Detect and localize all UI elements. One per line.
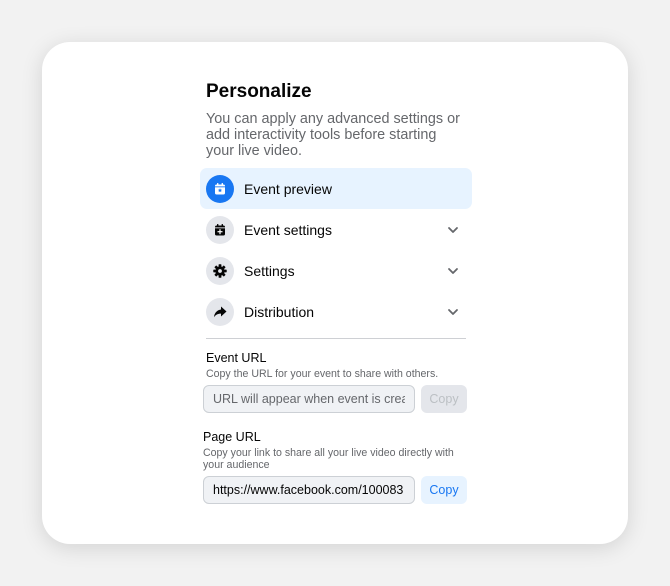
menu-item-distribution[interactable]: Distribution [200,291,472,332]
calendar-plus-icon [206,215,234,244]
event-url-copy-button[interactable]: Copy [421,385,467,413]
panel-subtitle: You can apply any advanced settings or a… [206,111,460,159]
menu-item-settings[interactable]: Settings [200,250,472,291]
page-url-copy-button[interactable]: Copy [421,476,467,504]
panel-title: Personalize [206,81,312,102]
personalize-card: Personalize You can apply any advanced s… [42,42,628,544]
chevron-down-icon[interactable] [446,223,460,237]
menu-item-label: Event settings [244,221,332,238]
menu-item-event-settings[interactable]: Event settings [200,209,472,250]
divider [206,338,466,339]
menu-item-label: Settings [244,262,295,279]
event-url-title: Event URL [206,351,267,365]
gear-icon [206,256,234,285]
event-url-description: Copy the URL for your event to share wit… [206,368,439,380]
calendar-star-icon [206,174,234,203]
chevron-down-icon[interactable] [446,305,460,319]
personalize-panel: Personalize You can apply any advanced s… [200,80,472,504]
page-url-section: Page URL Copy your link to share all you… [203,430,472,504]
chevron-down-icon[interactable] [446,264,460,278]
page-url-description: Copy your link to share all your live vi… [203,447,454,471]
event-url-section: Event URL Copy the URL for your event to… [203,351,472,413]
menu-item-label: Distribution [244,303,315,320]
menu-item-label: Event preview [244,180,332,197]
page-url-input[interactable] [203,476,415,504]
page-url-title: Page URL [203,430,261,444]
page-url-row: Copy [203,476,472,504]
share-arrow-icon [206,297,234,326]
personalize-menu: Event preview Event settings Settings Di… [200,168,472,332]
menu-item-event-preview[interactable]: Event preview [200,168,472,209]
event-url-row: Copy [203,385,472,413]
event-url-input[interactable] [203,385,415,413]
